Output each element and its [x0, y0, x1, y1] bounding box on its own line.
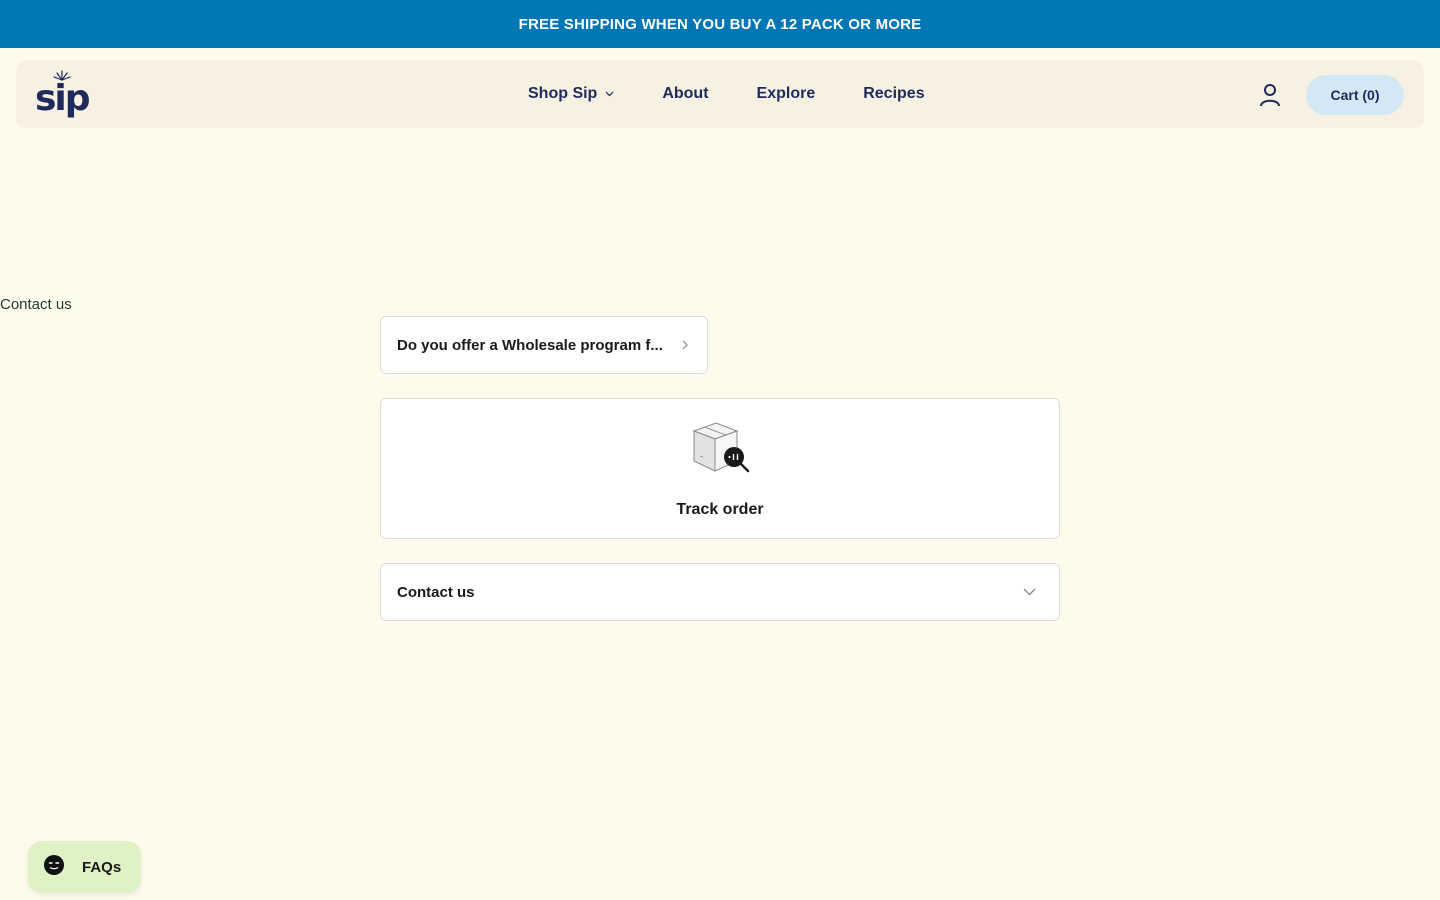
main-nav: Shop Sip About Explore Recipes: [528, 60, 925, 128]
chevron-down-icon: [1019, 588, 1039, 596]
chevron-down-icon: [605, 91, 614, 97]
nav-explore-label: Explore: [756, 85, 816, 102]
contact-us-accordion[interactable]: Contact us: [380, 563, 1060, 621]
announcement-text: FREE SHIPPING WHEN YOU BUY A 12 PACK OR …: [518, 15, 922, 33]
faqs-widget-label: FAQs: [82, 858, 122, 876]
contact-us-link[interactable]: Contact us: [0, 296, 72, 313]
svg-text:sip: sip: [35, 78, 90, 119]
cart-button[interactable]: Cart (0): [1306, 75, 1404, 115]
nav-shop-sip[interactable]: Shop Sip: [528, 85, 614, 103]
nav-about-label: About: [662, 85, 709, 102]
nav-shop-sip-label: Shop Sip: [528, 85, 598, 102]
faqs-widget-button[interactable]: FAQs: [28, 841, 141, 893]
announcement-bar: FREE SHIPPING WHEN YOU BUY A 12 PACK OR …: [0, 0, 1440, 48]
cart-label: Cart (0): [1330, 87, 1380, 103]
faq-question-card[interactable]: Do you offer a Wholesale program f...: [380, 316, 708, 374]
contact-us-accordion-label: Contact us: [397, 583, 475, 601]
faq-question-text: Do you offer a Wholesale program f...: [397, 336, 663, 354]
package-search-icon: [691, 421, 755, 473]
track-order-label: Track order: [676, 501, 764, 518]
sip-logo[interactable]: sip: [34, 68, 94, 120]
chat-icon: [44, 855, 64, 879]
nav-explore[interactable]: Explore: [757, 85, 816, 103]
nav-about[interactable]: About: [662, 85, 708, 103]
track-order-card[interactable]: Track order: [380, 398, 1060, 539]
chevron-right-icon: [679, 340, 691, 350]
site-header: sip Shop Sip About Explore Recipes Cart …: [16, 60, 1424, 128]
nav-recipes-label: Recipes: [863, 85, 925, 102]
user-icon: [1260, 84, 1280, 107]
nav-recipes[interactable]: Recipes: [863, 85, 924, 103]
account-button[interactable]: [1256, 82, 1284, 108]
